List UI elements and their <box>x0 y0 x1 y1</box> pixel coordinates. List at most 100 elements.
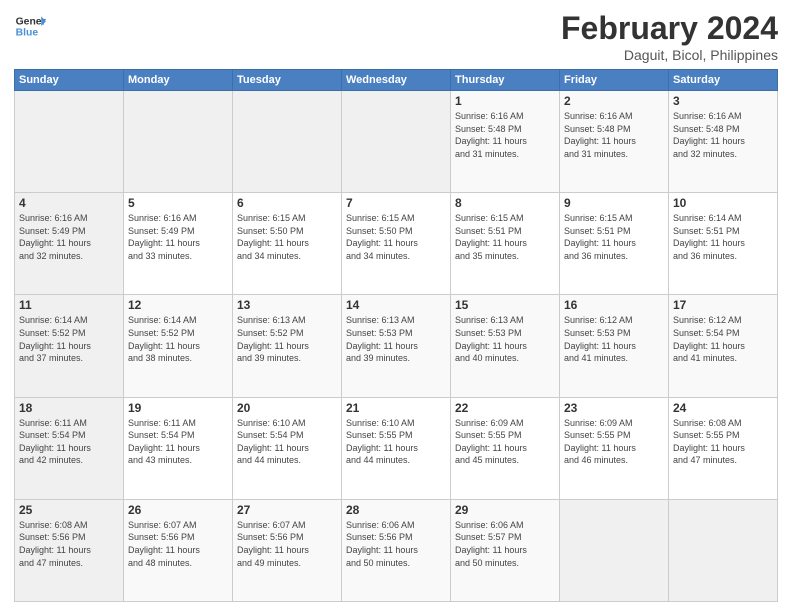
day-info: Sunrise: 6:11 AM Sunset: 5:54 PM Dayligh… <box>128 417 228 467</box>
calendar-table: SundayMondayTuesdayWednesdayThursdayFrid… <box>14 69 778 602</box>
day-number: 17 <box>673 298 773 312</box>
day-info: Sunrise: 6:10 AM Sunset: 5:54 PM Dayligh… <box>237 417 337 467</box>
calendar-cell: 19 Sunrise: 6:11 AM Sunset: 5:54 PM Dayli… <box>124 397 233 499</box>
day-number: 14 <box>346 298 446 312</box>
column-header-thursday: Thursday <box>451 70 560 91</box>
svg-text:Blue: Blue <box>16 28 39 39</box>
calendar-cell: 23 Sunrise: 6:09 AM Sunset: 5:55 PM Dayli… <box>560 397 669 499</box>
day-info: Sunrise: 6:16 AM Sunset: 5:49 PM Dayligh… <box>128 212 228 262</box>
day-info: Sunrise: 6:15 AM Sunset: 5:50 PM Dayligh… <box>237 212 337 262</box>
calendar-cell <box>669 499 778 601</box>
day-number: 27 <box>237 503 337 517</box>
day-number: 20 <box>237 401 337 415</box>
day-info: Sunrise: 6:10 AM Sunset: 5:55 PM Dayligh… <box>346 417 446 467</box>
day-info: Sunrise: 6:09 AM Sunset: 5:55 PM Dayligh… <box>564 417 664 467</box>
column-header-tuesday: Tuesday <box>233 70 342 91</box>
day-info: Sunrise: 6:14 AM Sunset: 5:52 PM Dayligh… <box>19 314 119 364</box>
calendar-cell: 16 Sunrise: 6:12 AM Sunset: 5:53 PM Dayli… <box>560 295 669 397</box>
day-info: Sunrise: 6:15 AM Sunset: 5:50 PM Dayligh… <box>346 212 446 262</box>
day-number: 13 <box>237 298 337 312</box>
day-info: Sunrise: 6:09 AM Sunset: 5:55 PM Dayligh… <box>455 417 555 467</box>
column-header-saturday: Saturday <box>669 70 778 91</box>
day-number: 19 <box>128 401 228 415</box>
calendar-cell: 13 Sunrise: 6:13 AM Sunset: 5:52 PM Dayli… <box>233 295 342 397</box>
calendar-cell: 24 Sunrise: 6:08 AM Sunset: 5:55 PM Dayli… <box>669 397 778 499</box>
day-info: Sunrise: 6:16 AM Sunset: 5:48 PM Dayligh… <box>564 110 664 160</box>
calendar-cell: 4 Sunrise: 6:16 AM Sunset: 5:49 PM Daylig… <box>15 193 124 295</box>
calendar-cell: 27 Sunrise: 6:07 AM Sunset: 5:56 PM Dayli… <box>233 499 342 601</box>
week-row-2: 4 Sunrise: 6:16 AM Sunset: 5:49 PM Daylig… <box>15 193 778 295</box>
day-number: 21 <box>346 401 446 415</box>
calendar-cell: 6 Sunrise: 6:15 AM Sunset: 5:50 PM Daylig… <box>233 193 342 295</box>
day-number: 12 <box>128 298 228 312</box>
day-number: 11 <box>19 298 119 312</box>
day-info: Sunrise: 6:07 AM Sunset: 5:56 PM Dayligh… <box>237 519 337 569</box>
day-number: 26 <box>128 503 228 517</box>
day-number: 8 <box>455 196 555 210</box>
day-number: 22 <box>455 401 555 415</box>
day-info: Sunrise: 6:07 AM Sunset: 5:56 PM Dayligh… <box>128 519 228 569</box>
column-header-monday: Monday <box>124 70 233 91</box>
column-header-sunday: Sunday <box>15 70 124 91</box>
week-row-3: 11 Sunrise: 6:14 AM Sunset: 5:52 PM Dayli… <box>15 295 778 397</box>
calendar-cell: 5 Sunrise: 6:16 AM Sunset: 5:49 PM Daylig… <box>124 193 233 295</box>
calendar-cell: 7Sunrise: 6:15 AM Sunset: 5:50 PM Daylig… <box>342 193 451 295</box>
main-title: February 2024 <box>561 10 778 47</box>
subtitle: Daguit, Bicol, Philippines <box>561 47 778 63</box>
calendar-cell: 1 Sunrise: 6:16 AM Sunset: 5:48 PM Daylig… <box>451 91 560 193</box>
calendar-cell: 3 Sunrise: 6:16 AM Sunset: 5:48 PM Daylig… <box>669 91 778 193</box>
day-number: 5 <box>128 196 228 210</box>
calendar-cell: 28Sunrise: 6:06 AM Sunset: 5:56 PM Dayli… <box>342 499 451 601</box>
column-header-friday: Friday <box>560 70 669 91</box>
day-number: 1 <box>455 94 555 108</box>
calendar-cell: 18Sunrise: 6:11 AM Sunset: 5:54 PM Dayli… <box>15 397 124 499</box>
calendar-cell: 12 Sunrise: 6:14 AM Sunset: 5:52 PM Dayli… <box>124 295 233 397</box>
column-header-wednesday: Wednesday <box>342 70 451 91</box>
calendar-cell <box>342 91 451 193</box>
week-row-1: 1 Sunrise: 6:16 AM Sunset: 5:48 PM Daylig… <box>15 91 778 193</box>
calendar-cell: 17 Sunrise: 6:12 AM Sunset: 5:54 PM Dayli… <box>669 295 778 397</box>
calendar-cell: 9 Sunrise: 6:15 AM Sunset: 5:51 PM Daylig… <box>560 193 669 295</box>
title-block: February 2024 Daguit, Bicol, Philippines <box>561 10 778 63</box>
day-info: Sunrise: 6:16 AM Sunset: 5:49 PM Dayligh… <box>19 212 119 262</box>
day-number: 24 <box>673 401 773 415</box>
calendar-cell: 29 Sunrise: 6:06 AM Sunset: 5:57 PM Dayli… <box>451 499 560 601</box>
day-info: Sunrise: 6:14 AM Sunset: 5:51 PM Dayligh… <box>673 212 773 262</box>
calendar-cell: 25Sunrise: 6:08 AM Sunset: 5:56 PM Dayli… <box>15 499 124 601</box>
calendar-cell: 15 Sunrise: 6:13 AM Sunset: 5:53 PM Dayli… <box>451 295 560 397</box>
calendar-body: 1 Sunrise: 6:16 AM Sunset: 5:48 PM Daylig… <box>15 91 778 602</box>
day-info: Sunrise: 6:08 AM Sunset: 5:55 PM Dayligh… <box>673 417 773 467</box>
day-info: Sunrise: 6:11 AM Sunset: 5:54 PM Dayligh… <box>19 417 119 467</box>
day-info: Sunrise: 6:16 AM Sunset: 5:48 PM Dayligh… <box>673 110 773 160</box>
day-number: 3 <box>673 94 773 108</box>
day-number: 15 <box>455 298 555 312</box>
day-number: 6 <box>237 196 337 210</box>
day-number: 10 <box>673 196 773 210</box>
day-number: 29 <box>455 503 555 517</box>
day-info: Sunrise: 6:06 AM Sunset: 5:57 PM Dayligh… <box>455 519 555 569</box>
day-number: 4 <box>19 196 119 210</box>
calendar-cell: 8 Sunrise: 6:15 AM Sunset: 5:51 PM Daylig… <box>451 193 560 295</box>
calendar-cell <box>233 91 342 193</box>
day-number: 23 <box>564 401 664 415</box>
day-info: Sunrise: 6:13 AM Sunset: 5:53 PM Dayligh… <box>455 314 555 364</box>
day-info: Sunrise: 6:15 AM Sunset: 5:51 PM Dayligh… <box>455 212 555 262</box>
calendar-cell: 10 Sunrise: 6:14 AM Sunset: 5:51 PM Dayli… <box>669 193 778 295</box>
day-info: Sunrise: 6:15 AM Sunset: 5:51 PM Dayligh… <box>564 212 664 262</box>
calendar-cell: 21 Sunrise: 6:10 AM Sunset: 5:55 PM Dayli… <box>342 397 451 499</box>
day-info: Sunrise: 6:14 AM Sunset: 5:52 PM Dayligh… <box>128 314 228 364</box>
page: General Blue February 2024 Daguit, Bicol… <box>0 0 792 612</box>
day-info: Sunrise: 6:12 AM Sunset: 5:54 PM Dayligh… <box>673 314 773 364</box>
day-number: 28 <box>346 503 446 517</box>
calendar-cell: 26 Sunrise: 6:07 AM Sunset: 5:56 PM Dayli… <box>124 499 233 601</box>
calendar-cell <box>560 499 669 601</box>
day-number: 2 <box>564 94 664 108</box>
day-info: Sunrise: 6:12 AM Sunset: 5:53 PM Dayligh… <box>564 314 664 364</box>
day-number: 16 <box>564 298 664 312</box>
day-info: Sunrise: 6:13 AM Sunset: 5:53 PM Dayligh… <box>346 314 446 364</box>
day-info: Sunrise: 6:08 AM Sunset: 5:56 PM Dayligh… <box>19 519 119 569</box>
day-number: 9 <box>564 196 664 210</box>
calendar-cell <box>15 91 124 193</box>
day-info: Sunrise: 6:13 AM Sunset: 5:52 PM Dayligh… <box>237 314 337 364</box>
day-info: Sunrise: 6:16 AM Sunset: 5:48 PM Dayligh… <box>455 110 555 160</box>
